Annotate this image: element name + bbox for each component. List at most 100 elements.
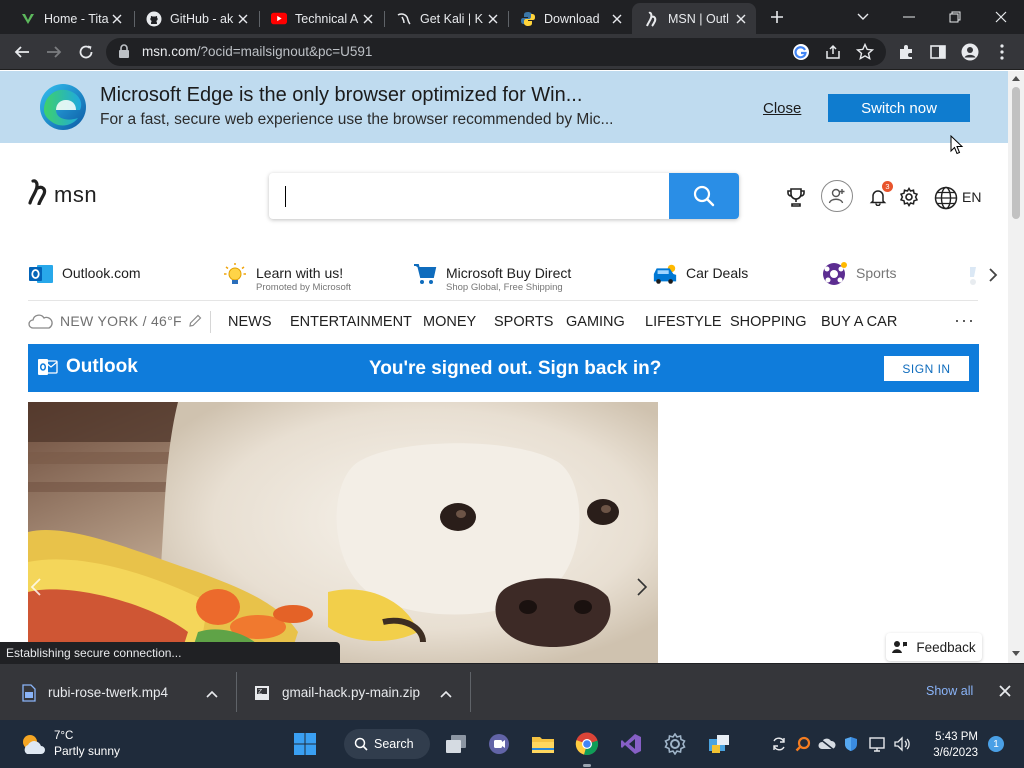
close-tab-icon[interactable] xyxy=(236,12,250,26)
quick-link-car-deals[interactable]: Car Deals xyxy=(652,261,748,287)
tab-kali[interactable]: Get Kali | K xyxy=(384,3,508,34)
download-options-chevron-icon[interactable] xyxy=(440,686,452,701)
taskbar-weather[interactable]: 7°C Partly sunny xyxy=(20,729,120,759)
language-label[interactable]: EN xyxy=(962,189,981,205)
outlook-brand[interactable]: Outlook xyxy=(38,356,138,378)
quick-link-sports[interactable]: Sports xyxy=(822,261,896,287)
search-box[interactable] xyxy=(269,173,739,219)
search-button[interactable] xyxy=(669,173,739,219)
tab-python-download[interactable]: Download xyxy=(508,3,632,34)
download-item-mp4[interactable]: rubi-rose-twerk.mp4 xyxy=(22,664,232,721)
quick-link-buy-direct[interactable]: Microsoft Buy Direct Shop Global, Free Sh… xyxy=(412,261,571,293)
carousel-next-chevron-icon[interactable] xyxy=(636,577,648,602)
taskbar-clock[interactable]: 5:43 PM 3/6/2023 xyxy=(924,729,978,761)
switch-now-button[interactable]: Switch now xyxy=(828,94,970,122)
scrollbar-thumb[interactable] xyxy=(1012,87,1020,219)
quick-link-learn[interactable]: Learn with us! Promoted by Microsoft xyxy=(222,261,351,293)
network-monitor-icon[interactable] xyxy=(868,735,886,753)
teams-chat-icon[interactable] xyxy=(484,729,514,759)
quick-link-outlook[interactable]: Outlook.com xyxy=(28,261,141,287)
carousel-prev-chevron-icon[interactable] xyxy=(30,577,42,602)
edge-promo-banner: Microsoft Edge is the only browser optim… xyxy=(0,71,1008,143)
hero-image-labrador-dog[interactable] xyxy=(28,402,658,663)
close-tab-icon[interactable] xyxy=(110,12,124,26)
restore-button[interactable] xyxy=(932,0,978,34)
tab-technical[interactable]: Technical A xyxy=(259,3,383,34)
nav-lifestyle[interactable]: LIFESTYLE xyxy=(645,314,722,330)
new-tab-button[interactable] xyxy=(766,6,788,28)
tab-github[interactable]: GitHub - ak xyxy=(134,3,258,34)
security-shield-icon[interactable] xyxy=(842,735,860,753)
browser-tab-strip: Home - Tita GitHub - ak Technical A Get … xyxy=(0,0,1024,34)
profile-icon[interactable] xyxy=(958,40,982,64)
settings-gear-taskbar-icon[interactable] xyxy=(660,729,690,759)
lightbulb-icon xyxy=(222,261,248,287)
sync-icon[interactable] xyxy=(770,735,788,753)
task-view-icon[interactable] xyxy=(441,729,471,759)
rewards-trophy-icon[interactable] xyxy=(786,187,806,207)
nav-buy-a-car[interactable]: BUY A CAR xyxy=(821,314,897,330)
close-tab-icon[interactable] xyxy=(486,12,500,26)
nav-money[interactable]: MONEY xyxy=(423,314,476,330)
page-scrollbar[interactable] xyxy=(1008,71,1024,663)
edit-pencil-icon[interactable] xyxy=(188,314,202,328)
msn-logo[interactable]: msn xyxy=(28,179,97,210)
forward-button[interactable] xyxy=(42,40,66,64)
close-window-button[interactable] xyxy=(978,0,1024,34)
download-shelf: rubi-rose-twerk.mp4 Z gmail-hack.py-main… xyxy=(0,663,1024,720)
nav-sports[interactable]: SPORTS xyxy=(494,314,553,330)
download-options-chevron-icon[interactable] xyxy=(206,686,218,701)
notification-count-badge: 3 xyxy=(882,181,893,192)
download-item-zip[interactable]: Z gmail-hack.py-main.zip xyxy=(254,664,466,721)
chrome-menu-icon[interactable] xyxy=(990,40,1014,64)
tab-home-tita[interactable]: Home - Tita xyxy=(8,3,132,34)
address-bar[interactable]: msn.com/?ocid=mailsignout&pc=U591 xyxy=(106,38,886,66)
notification-center-badge[interactable]: 1 xyxy=(988,736,1004,752)
car-icon xyxy=(652,261,678,287)
quick-links-next-chevron-icon[interactable] xyxy=(988,267,998,288)
visual-studio-icon[interactable] xyxy=(616,729,646,759)
google-lens-icon[interactable] xyxy=(792,43,810,66)
back-button[interactable] xyxy=(10,40,34,64)
minimize-button[interactable] xyxy=(886,0,932,34)
cloud-tray-icon[interactable] xyxy=(818,735,836,753)
close-download-shelf-icon[interactable] xyxy=(998,684,1012,703)
nav-news[interactable]: NEWS xyxy=(228,314,272,330)
close-tab-icon[interactable] xyxy=(610,12,624,26)
msn-header: msn 3 EN xyxy=(0,143,1008,253)
file-explorer-icon[interactable] xyxy=(528,729,558,759)
extensions-puzzle-icon[interactable] xyxy=(894,40,918,64)
signed-out-message: You're signed out. Sign back in? xyxy=(369,358,662,379)
side-panel-icon[interactable] xyxy=(926,40,950,64)
close-tab-icon[interactable] xyxy=(734,12,748,26)
weather-chip[interactable]: NEW YORK / 46°F xyxy=(28,313,202,329)
share-icon[interactable] xyxy=(824,43,842,66)
volume-speaker-icon[interactable] xyxy=(893,735,911,753)
language-globe-icon[interactable] xyxy=(934,186,958,210)
nav-more-button[interactable]: ··· xyxy=(954,310,975,331)
reload-button[interactable] xyxy=(74,40,98,64)
nav-gaming[interactable]: GAMING xyxy=(566,314,625,330)
chrome-icon[interactable] xyxy=(572,729,602,759)
windows-start-icon[interactable] xyxy=(290,729,320,759)
sign-in-button[interactable]: SIGN IN xyxy=(884,356,969,381)
close-tab-icon[interactable] xyxy=(361,12,375,26)
orange-app-tray-icon[interactable] xyxy=(794,735,812,753)
download-divider xyxy=(236,672,237,712)
windows-taskbar: 7°C Partly sunny Search 5:43 PM 3/6/2023 xyxy=(0,720,1024,768)
taskbar-search-button[interactable]: Search xyxy=(344,729,430,759)
feedback-button[interactable]: Feedback xyxy=(886,633,982,661)
settings-gear-icon[interactable] xyxy=(899,187,919,207)
bookmark-star-icon[interactable] xyxy=(855,42,875,66)
sports-ball-icon xyxy=(822,261,848,287)
lock-icon[interactable] xyxy=(118,44,130,64)
tab-search-chevron-button[interactable] xyxy=(840,0,886,34)
tab-msn-active[interactable]: MSN | Outl xyxy=(632,3,756,34)
sign-in-avatar-icon[interactable] xyxy=(821,180,853,212)
shopping-cart-icon xyxy=(412,261,438,287)
nav-entertainment[interactable]: ENTERTAINMENT xyxy=(290,314,412,330)
show-all-downloads-link[interactable]: Show all xyxy=(926,684,973,698)
nav-shopping[interactable]: SHOPPING xyxy=(730,314,807,330)
edge-banner-close-link[interactable]: Close xyxy=(763,100,801,117)
control-panel-icon[interactable] xyxy=(704,729,734,759)
